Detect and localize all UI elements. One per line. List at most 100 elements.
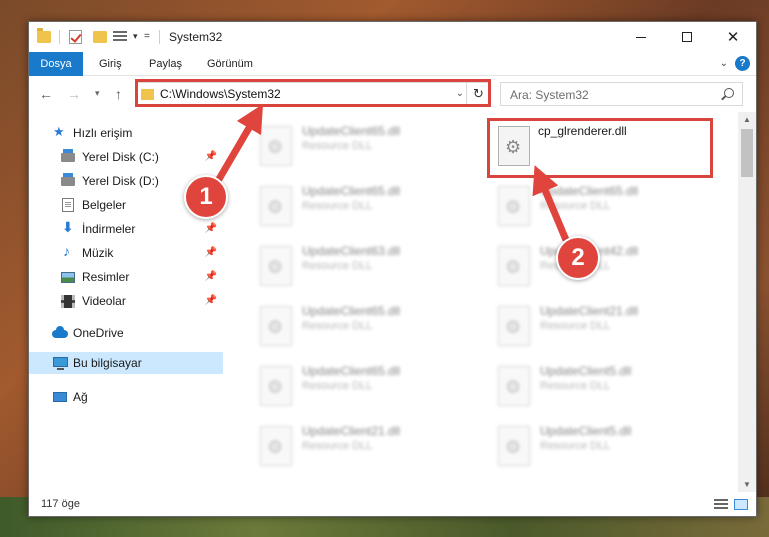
dll-file-icon [498,246,530,286]
scrollbar-thumb[interactable] [741,129,753,177]
file-name: UpdateClient5.dll [540,424,632,438]
sidebar-item-videos[interactable]: Videolar 📌 [29,290,223,312]
videos-icon [61,295,75,308]
sidebar-item-label: Hızlı erişim [73,126,133,140]
search-placeholder: Ara: System32 [510,88,589,102]
file-name: UpdateClient63.dll [302,244,401,258]
dll-file-icon [498,186,530,226]
search-icon[interactable] [724,88,734,98]
list-item[interactable]: UpdateClient65.dll Resource DLL [252,298,482,354]
file-name: UpdateClient65.dll [302,124,401,138]
dll-file-icon [260,126,292,166]
scroll-up-icon[interactable]: ▲ [743,115,751,124]
list-item[interactable]: UpdateClient21.dll Resource DLL [490,298,720,354]
tab-file[interactable]: Dosya [29,52,83,76]
minimize-button[interactable] [618,22,664,52]
file-name: UpdateClient21.dll [302,424,401,438]
sidebar-item-music[interactable]: ♪ Müzik 📌 [29,242,223,264]
list-item[interactable]: UpdateClient65.dll Resource DLL [252,118,482,174]
sidebar-item-this-pc[interactable]: Bu bilgisayar [29,352,223,374]
sidebar-item-network[interactable]: Ağ [29,386,223,408]
tiles-view-icon[interactable] [734,499,748,510]
close-button[interactable]: ✕ [710,22,756,52]
file-type: Resource DLL [540,440,611,452]
help-icon[interactable]: ? [735,56,750,71]
pin-icon[interactable]: 📌 [205,271,217,282]
tab-share[interactable]: Paylaş [137,52,194,76]
pin-icon[interactable]: 📌 [205,151,217,162]
file-type: Resource DLL [540,200,611,212]
ribbon-tabs: Dosya Giriş Paylaş Görünüm ⌄ ? [29,52,756,76]
network-icon [53,392,67,402]
chevron-down-icon[interactable]: ▾ [133,31,138,42]
maximize-button[interactable] [664,22,710,52]
file-name: UpdateClient65.dll [540,184,639,198]
sidebar-item-pictures[interactable]: Resimler 📌 [29,266,223,288]
dll-file-icon [260,246,292,286]
recent-locations-icon[interactable]: ▾ [95,88,100,99]
sidebar-item-downloads[interactable]: ⬇ İndirmeler 📌 [29,218,223,240]
sidebar-item-label: Bu bilgisayar [73,356,142,370]
rename-icon[interactable] [113,31,127,43]
file-name: UpdateClient65.dll [302,184,401,198]
dll-file-icon [260,306,292,346]
list-item[interactable]: UpdateClient65.dll Resource DLL [252,178,482,234]
scroll-down-icon[interactable]: ▼ [743,480,751,489]
list-item[interactable]: UpdateClient5.dll Resource DLL [490,418,720,474]
list-item[interactable]: UpdateClient63.dll Resource DLL [252,238,482,294]
sidebar-item-quick-access[interactable]: ★ Hızlı erişim [29,122,223,144]
vertical-scrollbar[interactable]: ▲ ▼ [738,112,756,492]
cloud-icon [52,326,68,338]
download-icon: ⬇ [62,219,74,235]
search-input[interactable]: Ara: System32 [500,82,743,106]
list-item[interactable]: UpdateClient5.dll Resource DLL [490,358,720,414]
expand-ribbon-icon[interactable]: ⌄ [720,58,728,69]
dll-file-icon [498,306,530,346]
sidebar-item-label: Resimler [82,270,130,284]
file-type: Resource DLL [302,140,373,152]
item-count: 117 öge [41,498,80,510]
pin-icon[interactable]: 📌 [205,295,217,306]
tab-home[interactable]: Giriş [87,52,134,76]
file-name: UpdateClient65.dll [302,304,401,318]
list-item[interactable]: UpdateClient65.dll Resource DLL [252,358,482,414]
list-item[interactable]: UpdateClient21.dll Resource DLL [252,418,482,474]
step-1-badge: 1 [184,175,228,219]
file-type: Resource DLL [540,380,611,392]
status-bar: 117 öge [29,494,756,516]
list-item[interactable]: UpdateClient65.dll Resource DLL [490,178,720,234]
navigation-pane: ★ Hızlı erişim Yerel Disk (C:) 📌 Yerel D… [29,112,223,492]
file-type: Resource DLL [302,440,373,452]
file-type: Resource DLL [302,260,373,272]
drive-icon [61,173,75,186]
sidebar-item-onedrive[interactable]: OneDrive [29,322,223,344]
pin-icon[interactable]: 📌 [205,247,217,258]
file-name: UpdateClient5.dll [540,364,632,378]
drive-icon [61,149,75,162]
sidebar-item-label: Müzik [82,246,114,260]
toolbar-separator [159,30,160,44]
dll-file-icon [260,366,292,406]
dll-file-icon [260,186,292,226]
address-highlight-box [135,79,491,107]
list-item[interactable]: UpdateClient42.dll Resource DLL [490,238,720,294]
close-icon: ✕ [726,29,740,46]
properties-check-icon[interactable] [69,30,82,44]
pin-icon[interactable]: 📌 [205,223,217,234]
file-type: Resource DLL [302,380,373,392]
back-arrow-icon[interactable]: ← [39,86,53,102]
new-folder-icon[interactable] [93,31,107,43]
tab-view[interactable]: Görünüm [195,52,265,76]
dll-file-icon [498,366,530,406]
file-type: Resource DLL [540,320,611,332]
sidebar-item-local-disk-c[interactable]: Yerel Disk (C:) 📌 [29,146,223,168]
forward-arrow-icon[interactable]: → [67,86,81,102]
customize-toolbar-icon[interactable]: = [144,31,150,42]
file-name: UpdateClient65.dll [302,364,401,378]
computer-icon [53,357,68,370]
details-view-icon[interactable] [714,499,728,510]
file-explorer-window: ▾ = System32 ✕ Dosya Giriş Paylaş Görünü… [28,21,757,517]
window-title: System32 [169,30,223,44]
up-arrow-icon[interactable]: ↑ [115,86,122,102]
pictures-icon [61,272,75,283]
